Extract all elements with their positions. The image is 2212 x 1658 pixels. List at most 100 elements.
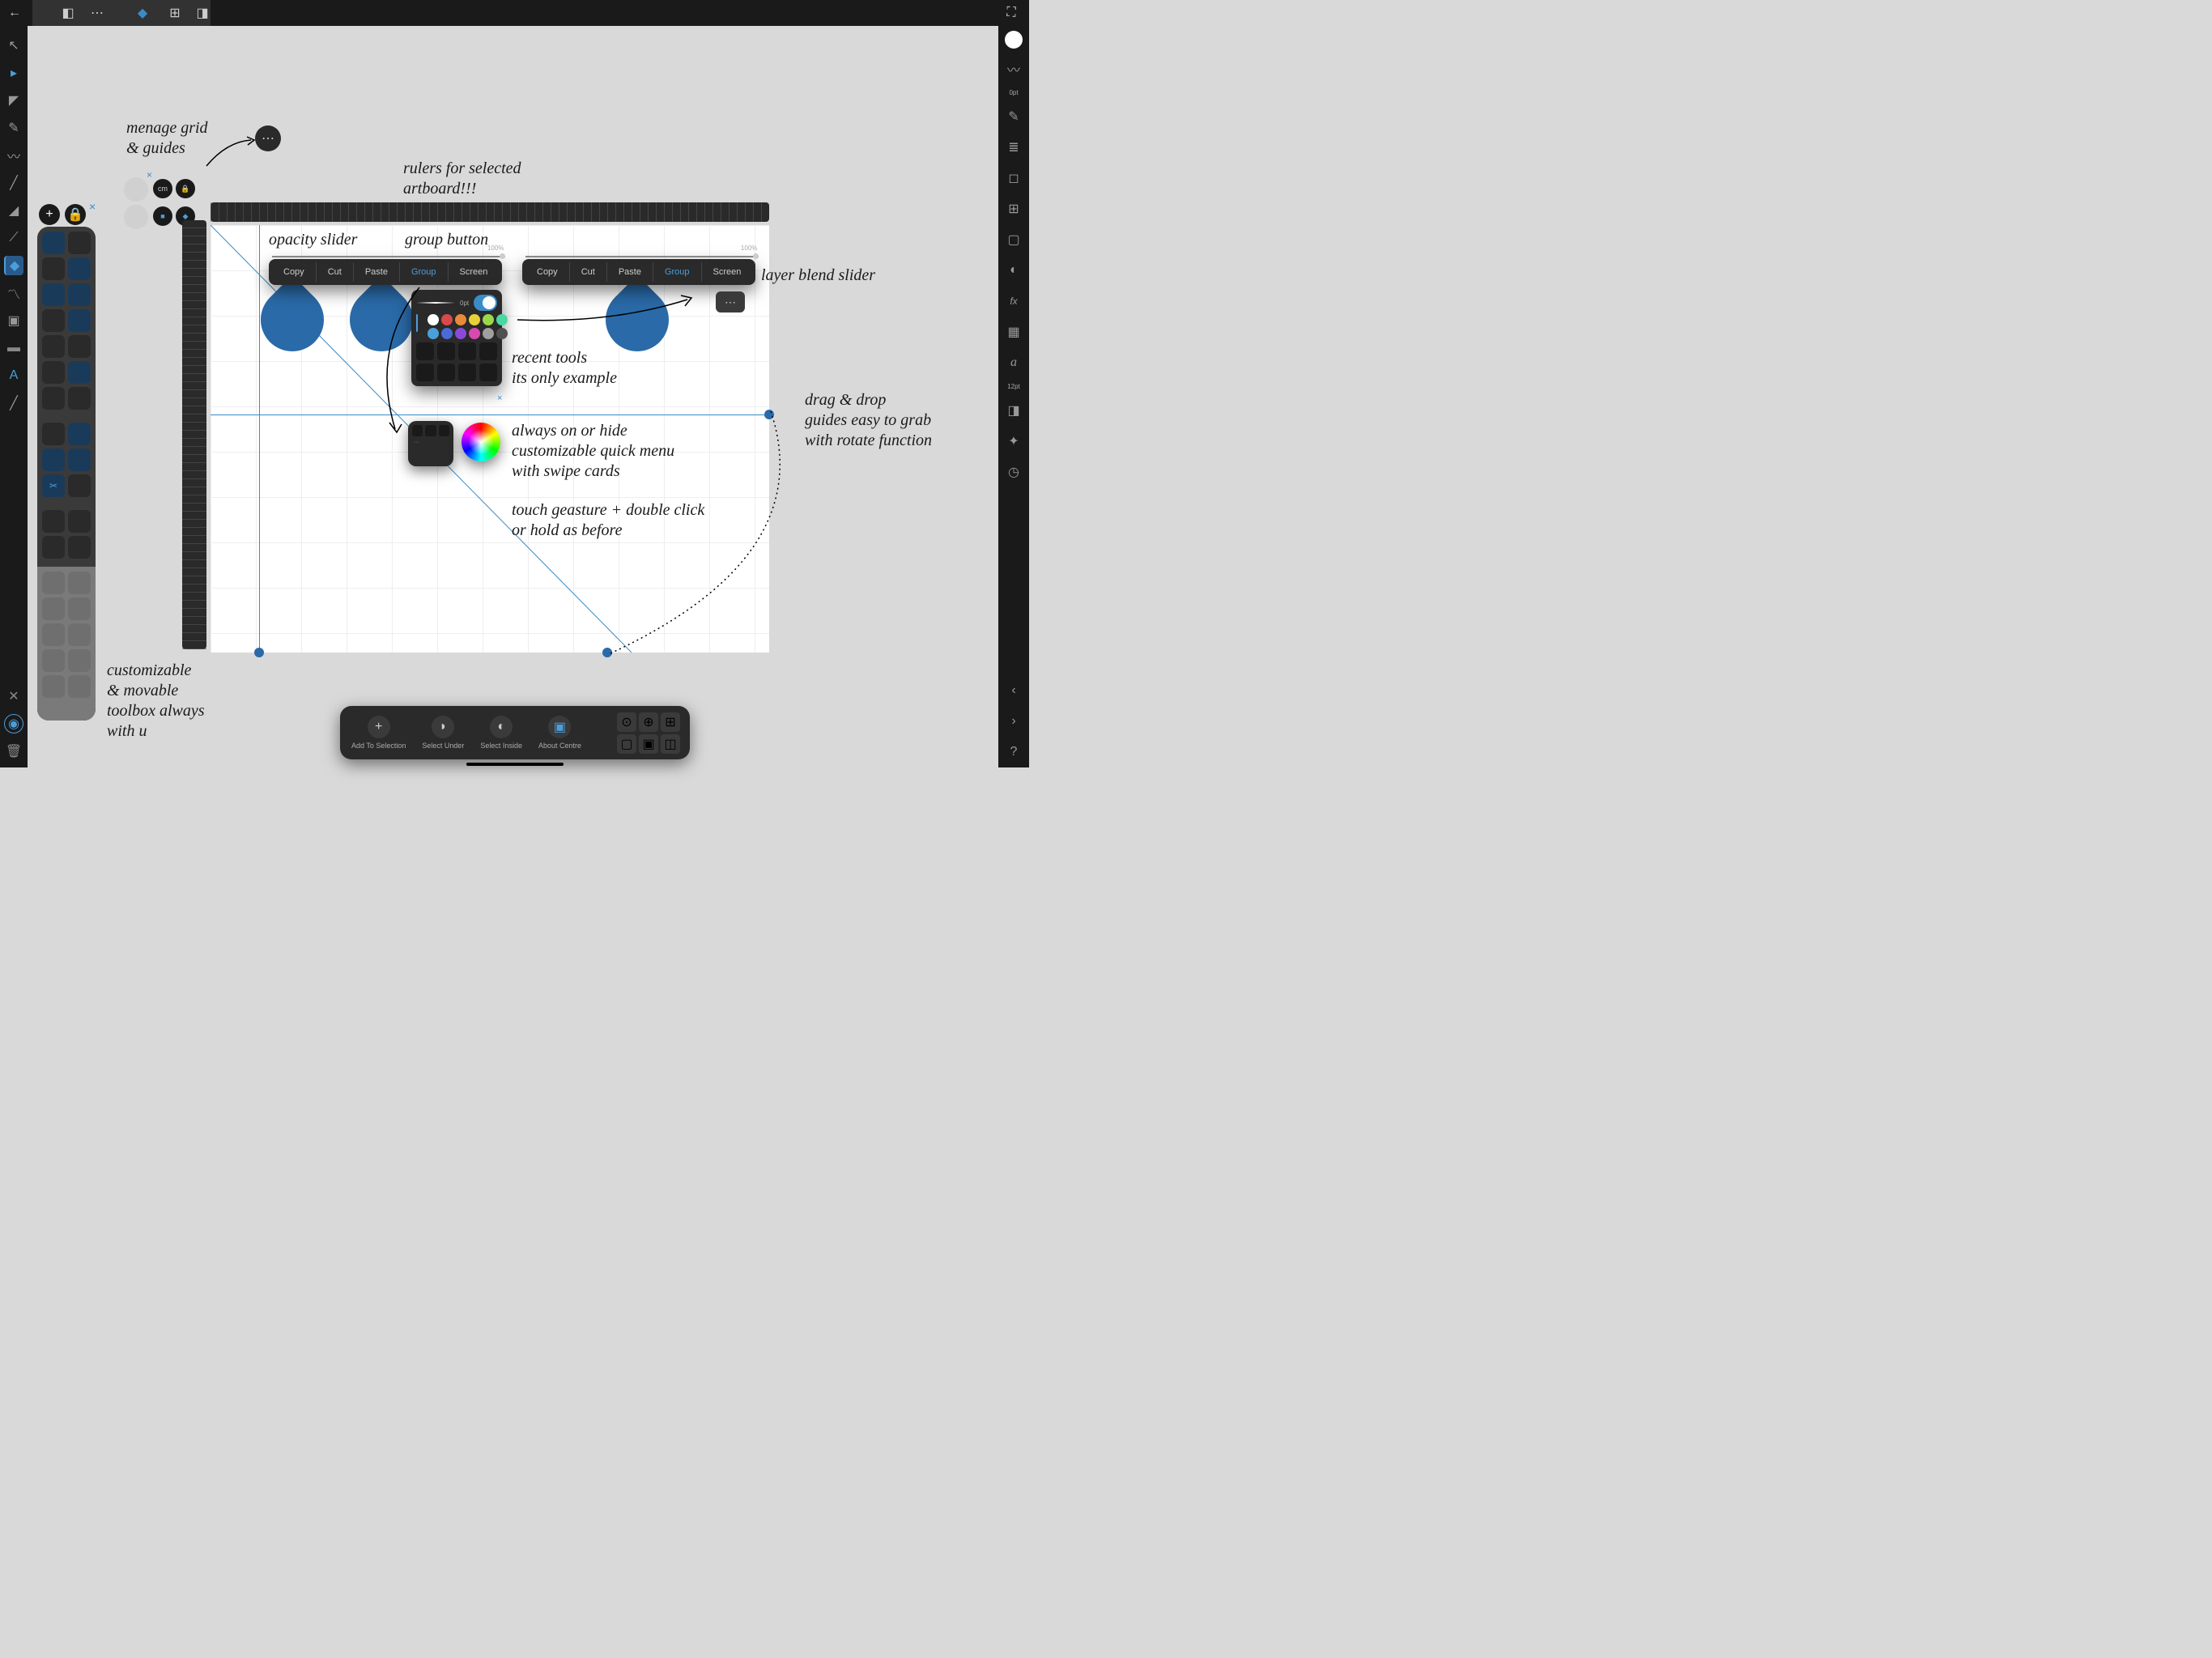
tbx-empty-slot[interactable] — [68, 649, 91, 672]
grid-unit-button[interactable]: cm — [153, 179, 172, 198]
transform-option[interactable]: ▢ — [617, 734, 636, 754]
ctx-copy[interactable]: Copy — [525, 262, 570, 282]
vertical-guide[interactable] — [259, 225, 260, 653]
blend-slider[interactable]: 100% — [525, 256, 759, 257]
qm-icon[interactable] — [412, 425, 423, 436]
trash-icon[interactable]: 🗑 — [4, 742, 23, 761]
lock-toolbox-button[interactable]: 🔒 — [65, 204, 86, 225]
select-under-button[interactable]: ◗ Select Under — [415, 716, 470, 750]
recent-tool-icon[interactable] — [416, 363, 434, 381]
floating-toolbox[interactable]: ✂ — [37, 227, 96, 721]
tbx-cell[interactable] — [68, 449, 91, 471]
more-menu-icon[interactable]: ⋯ — [83, 0, 112, 26]
pencil-tool-icon[interactable]: 〰 — [4, 146, 23, 165]
tbx-cell[interactable] — [68, 536, 91, 559]
transform-option[interactable]: ⊞ — [661, 712, 680, 732]
guide-handle[interactable] — [764, 410, 774, 419]
transform-studio-icon[interactable]: ◨ — [1003, 400, 1024, 421]
corner-tool-icon[interactable]: ◤ — [4, 91, 23, 110]
ctx-paste[interactable]: Paste — [607, 262, 653, 282]
ctx-copy[interactable]: Copy — [272, 262, 317, 282]
tbx-cell[interactable] — [42, 510, 65, 533]
tbx-empty-slot[interactable] — [68, 572, 91, 594]
node-tool-icon[interactable]: ▸ — [4, 63, 23, 83]
styles-studio-icon[interactable]: ▦ — [1003, 321, 1024, 342]
swatch[interactable] — [441, 328, 453, 339]
brush-studio-icon[interactable]: ✎ — [1003, 106, 1024, 127]
recent-tool-icon[interactable] — [437, 342, 455, 360]
tbx-empty-slot[interactable] — [42, 649, 65, 672]
tbx-cell[interactable] — [42, 361, 65, 384]
tbx-cell[interactable] — [42, 387, 65, 410]
tbx-scissors-icon[interactable]: ✂ — [42, 474, 65, 497]
tbx-cell[interactable] — [68, 361, 91, 384]
tbx-cell[interactable] — [68, 335, 91, 358]
text-tool-icon[interactable]: A — [4, 366, 23, 385]
document-icon[interactable]: ◧ — [53, 0, 83, 26]
transform-option[interactable]: ▣ — [639, 734, 658, 754]
tool-panel-close-icon[interactable]: × — [497, 393, 502, 403]
opacity-slider[interactable]: 100% — [272, 256, 505, 257]
color-swatch-icon[interactable] — [1005, 31, 1023, 49]
tbx-cell[interactable] — [42, 335, 65, 358]
swatch[interactable] — [483, 314, 494, 325]
brush-toggle[interactable] — [474, 295, 497, 311]
pen-tool-icon[interactable]: ✎ — [4, 118, 23, 138]
grid-mgr-slot[interactable] — [124, 205, 148, 229]
swatch[interactable] — [455, 314, 466, 325]
tbx-empty-slot[interactable] — [42, 572, 65, 594]
recent-tool-icon[interactable] — [458, 363, 476, 381]
fx-studio-icon[interactable]: fx — [1003, 291, 1024, 312]
swatches-studio-icon[interactable]: ⊞ — [1003, 198, 1024, 219]
guide-handle[interactable] — [602, 648, 612, 657]
history-studio-icon[interactable]: ◷ — [1003, 461, 1024, 483]
tbx-cell[interactable] — [42, 309, 65, 332]
tbx-cell[interactable] — [42, 283, 65, 306]
vertical-ruler[interactable] — [182, 220, 206, 649]
grid-fill-button[interactable]: ■ — [153, 206, 172, 226]
tbx-empty-slot[interactable] — [68, 597, 91, 620]
text-studio-icon[interactable]: a — [1003, 352, 1024, 373]
qm-icon[interactable] — [439, 425, 449, 436]
tbx-cell[interactable] — [42, 257, 65, 280]
selection-icon[interactable]: ◻ — [1003, 168, 1024, 189]
transform-option[interactable]: ⊕ — [639, 712, 658, 732]
swatch[interactable] — [483, 328, 494, 339]
add-tool-button[interactable]: + — [39, 204, 60, 225]
vector-brush-icon[interactable]: 〽 — [4, 283, 23, 303]
brush-tool-icon[interactable]: ╱ — [4, 173, 23, 193]
close-x-icon[interactable]: ✕ — [4, 687, 23, 706]
tbx-cell[interactable] — [68, 257, 91, 280]
recent-tool-icon[interactable] — [479, 342, 497, 360]
stroke-icon[interactable]: 〰 — [1003, 58, 1024, 79]
tbx-cell[interactable] — [68, 232, 91, 254]
grid-mgr-close-icon[interactable]: × — [147, 169, 152, 181]
swatch[interactable] — [496, 314, 508, 325]
select-inside-button[interactable]: ◐ Select Inside — [474, 716, 529, 750]
ctx-group[interactable]: Group — [400, 262, 449, 282]
tbx-cell[interactable] — [42, 449, 65, 471]
crop-tool-icon[interactable]: ▣ — [4, 311, 23, 330]
stock-studio-icon[interactable]: ▢ — [1003, 229, 1024, 250]
recent-tool-icon[interactable] — [416, 342, 434, 360]
toolbox-close-icon[interactable]: × — [89, 200, 96, 213]
swatch[interactable] — [441, 314, 453, 325]
swatch[interactable] — [428, 314, 439, 325]
layers-studio-icon[interactable]: ≣ — [1003, 137, 1024, 158]
next-page-icon[interactable]: › — [1003, 711, 1024, 732]
ctx-screen[interactable]: Screen — [449, 262, 500, 282]
tbx-empty-slot[interactable] — [68, 675, 91, 698]
swatch[interactable] — [455, 328, 466, 339]
add-to-selection-button[interactable]: + Add To Selection — [345, 716, 412, 750]
color-wheel-card[interactable] — [462, 423, 500, 461]
ctx-cut[interactable]: Cut — [317, 262, 354, 282]
qm-icon[interactable] — [425, 425, 436, 436]
rectangle-tool-icon[interactable]: ▬ — [4, 338, 23, 358]
tbx-cell[interactable] — [68, 309, 91, 332]
shape-tool-icon[interactable]: ◆ — [4, 256, 23, 275]
prev-page-icon[interactable]: ‹ — [1003, 680, 1024, 701]
ctx-paste[interactable]: Paste — [354, 262, 400, 282]
swatch[interactable] — [496, 328, 508, 339]
recent-tool-icon[interactable] — [479, 363, 497, 381]
horizontal-ruler[interactable] — [211, 202, 769, 222]
